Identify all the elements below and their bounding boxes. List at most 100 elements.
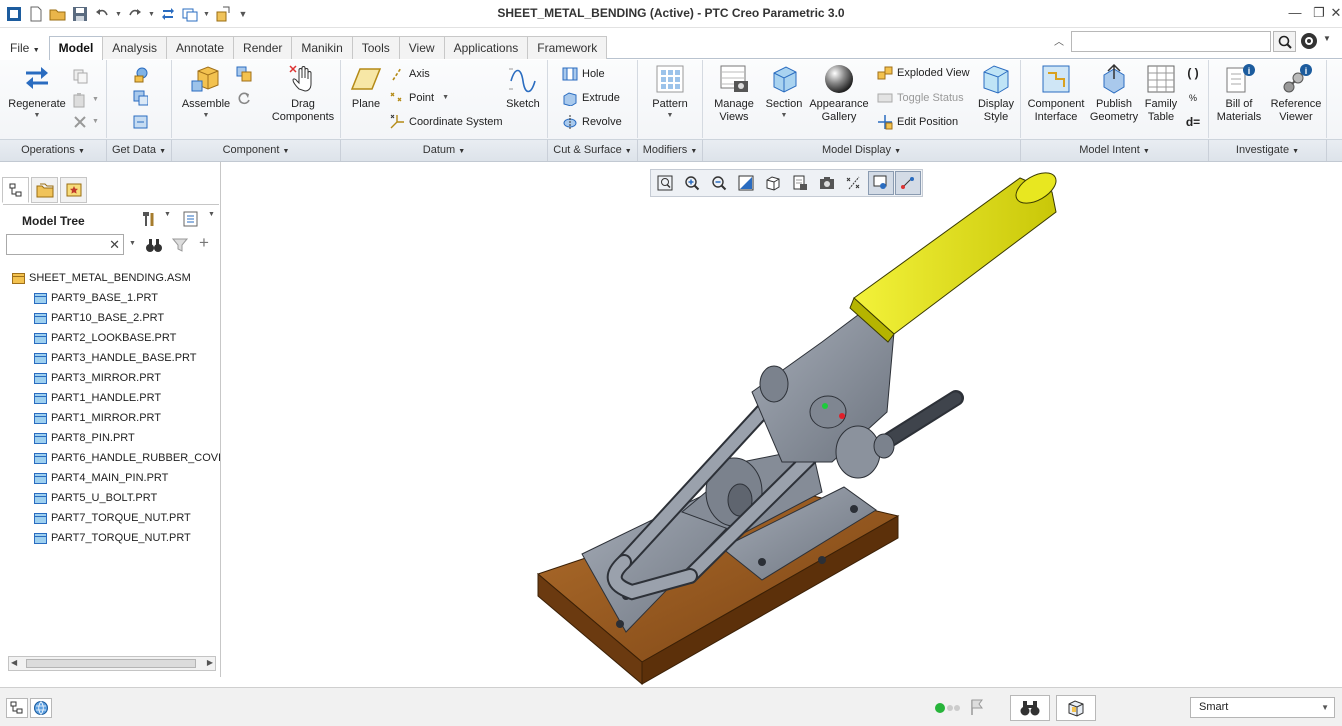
show-navigator-button[interactable] xyxy=(6,698,28,718)
tree-root-node[interactable]: SHEET_METAL_BENDING.ASM xyxy=(12,268,220,288)
collapse-ribbon-icon[interactable]: ︿ xyxy=(1054,33,1064,48)
add-column-icon[interactable]: + xyxy=(199,233,209,253)
tree-node[interactable]: PART2_LOOKBASE.PRT xyxy=(12,328,220,348)
assemble-dropdown-icon[interactable]: ▼ xyxy=(203,111,210,121)
tree-node[interactable]: PART1_MIRROR.PRT xyxy=(12,408,220,428)
group-cut-surface-footer[interactable]: Cut & Surface ▼ xyxy=(548,139,638,161)
search-dropdown-icon[interactable]: ▼ xyxy=(129,240,136,247)
group-component-footer[interactable]: Component ▼ xyxy=(172,139,341,161)
delete-button[interactable]: ▼ xyxy=(72,112,99,132)
find-binoculars-icon[interactable] xyxy=(145,236,163,257)
repeat-button[interactable] xyxy=(236,88,252,108)
settings-dropdown-icon[interactable]: ▼ xyxy=(164,211,171,218)
tab-render[interactable]: Render xyxy=(233,36,293,59)
scroll-right-icon[interactable]: ▶ xyxy=(207,658,213,667)
selection-filter-select[interactable]: Smart ▼ xyxy=(1190,697,1335,718)
publish-geometry-button[interactable]: Publish Geometry xyxy=(1089,62,1139,124)
extrude-button[interactable]: Extrude xyxy=(562,88,620,108)
command-search-input[interactable] xyxy=(1071,31,1271,52)
sketch-button[interactable]: Sketch xyxy=(501,62,545,111)
copy-button[interactable] xyxy=(72,66,88,86)
regenerate-dropdown-icon[interactable]: ▼ xyxy=(34,111,41,121)
tree-horizontal-scrollbar[interactable]: ◀ ▶ xyxy=(8,656,216,671)
selection-buffer-button[interactable] xyxy=(1056,695,1096,721)
find-button[interactable] xyxy=(1010,695,1050,721)
tree-node[interactable]: PART7_TORQUE_NUT.PRT xyxy=(12,528,220,548)
help-dropdown-icon[interactable]: ▼ xyxy=(1323,34,1331,43)
flag-icon[interactable] xyxy=(969,698,985,719)
tab-tools[interactable]: Tools xyxy=(351,36,400,59)
close-icon[interactable]: ✕ xyxy=(1330,5,1342,21)
section-dropdown-icon[interactable]: ▼ xyxy=(781,111,788,121)
tab-file[interactable]: File ▼ xyxy=(0,36,50,59)
tab-framework[interactable]: Framework xyxy=(527,36,608,59)
tree-node[interactable]: PART9_BASE_1.PRT xyxy=(12,288,220,308)
clear-search-icon[interactable]: ✕ xyxy=(109,237,120,253)
settings-tools-icon[interactable] xyxy=(140,210,158,231)
point-button[interactable]: Point ▼ xyxy=(389,88,449,108)
axis-button[interactable]: Axis xyxy=(389,64,430,84)
group-model-display-footer[interactable]: Model Display ▼ xyxy=(703,139,1021,161)
help-icon[interactable] xyxy=(1300,32,1320,52)
manage-views-button[interactable]: Manage Views xyxy=(709,62,759,124)
tab-analysis[interactable]: Analysis xyxy=(102,36,167,59)
tree-node[interactable]: PART3_MIRROR.PRT xyxy=(12,368,220,388)
pattern-dropdown-icon[interactable]: ▼ xyxy=(667,111,674,121)
restore-icon[interactable]: ❐ xyxy=(1311,5,1327,21)
toggle-status-button[interactable]: Toggle Status xyxy=(877,88,964,108)
tree-node[interactable]: PART10_BASE_2.PRT xyxy=(12,308,220,328)
group-modifiers-footer[interactable]: Modifiers ▼ xyxy=(638,139,703,161)
package-button[interactable] xyxy=(236,64,252,84)
tab-annotate[interactable]: Annotate xyxy=(165,36,235,59)
group-get-data-footer[interactable]: Get Data ▼ xyxy=(107,139,172,161)
bill-of-materials-button[interactable]: i Bill of Materials xyxy=(1214,62,1264,124)
group-datum-footer[interactable]: Datum ▼ xyxy=(341,139,548,161)
search-button[interactable] xyxy=(1273,31,1296,52)
display-style-button[interactable]: Display Style xyxy=(973,62,1019,124)
tab-applications[interactable]: Applications xyxy=(443,36,529,59)
scroll-thumb[interactable] xyxy=(26,659,196,668)
group-model-intent-footer[interactable]: Model Intent ▼ xyxy=(1021,139,1209,161)
minimize-icon[interactable]: — xyxy=(1287,5,1303,21)
tree-node[interactable]: PART6_HANDLE_RUBBER_COVE xyxy=(12,448,220,468)
regenerate-button[interactable]: Regenerate ▼ xyxy=(6,62,68,121)
tree-node[interactable]: PART7_TORQUE_NUT.PRT xyxy=(12,508,220,528)
pattern-button[interactable]: Pattern ▼ xyxy=(646,62,694,121)
tree-node[interactable]: PART5_U_BOLT.PRT xyxy=(12,488,220,508)
coordinate-system-button[interactable]: Coordinate System xyxy=(389,112,503,132)
tab-manikin[interactable]: Manikin xyxy=(291,36,353,59)
relations-button[interactable]: ( ) xyxy=(1185,63,1201,83)
tree-node[interactable]: PART8_PIN.PRT xyxy=(12,428,220,448)
show-browser-button[interactable] xyxy=(30,698,52,718)
tab-view[interactable]: View xyxy=(398,36,445,59)
exploded-view-button[interactable]: Exploded View xyxy=(877,63,970,83)
drag-components-button[interactable]: Drag Components xyxy=(268,62,338,124)
edit-position-button[interactable]: Edit Position xyxy=(877,112,958,132)
group-investigate-footer[interactable]: Investigate ▼ xyxy=(1209,139,1327,161)
group-operations-footer[interactable]: Operations ▼ xyxy=(0,139,107,161)
tree-search-input[interactable]: ✕ xyxy=(6,234,124,255)
shrinkwrap-button[interactable] xyxy=(132,112,148,132)
model-tree-tab[interactable] xyxy=(2,177,29,203)
parameters-button[interactable]: % xyxy=(1185,88,1201,108)
switch-dimensions-button[interactable]: d= xyxy=(1185,112,1201,132)
plane-button[interactable]: Plane xyxy=(346,62,386,111)
tree-node[interactable]: PART1_HANDLE.PRT xyxy=(12,388,220,408)
scroll-left-icon[interactable]: ◀ xyxy=(11,658,17,667)
assemble-button[interactable]: Assemble ▼ xyxy=(178,62,234,121)
tree-node[interactable]: PART3_HANDLE_BASE.PRT xyxy=(12,348,220,368)
appearance-gallery-button[interactable]: Appearance Gallery xyxy=(807,62,871,124)
show-dropdown-icon[interactable]: ▼ xyxy=(208,211,215,218)
paste-button[interactable]: ▼ xyxy=(72,90,99,110)
tree-node[interactable]: PART4_MAIN_PIN.PRT xyxy=(12,468,220,488)
regeneration-status-icon[interactable] xyxy=(934,702,962,717)
show-list-icon[interactable] xyxy=(182,210,200,231)
reference-viewer-button[interactable]: i Reference Viewer xyxy=(1267,62,1325,124)
revolve-button[interactable]: Revolve xyxy=(562,112,622,132)
user-defined-feature-button[interactable] xyxy=(132,65,148,85)
section-button[interactable]: Section ▼ xyxy=(763,62,805,121)
copy-geometry-button[interactable] xyxy=(132,88,148,108)
filter-funnel-icon[interactable] xyxy=(171,237,189,256)
hole-button[interactable]: Hole xyxy=(562,64,605,84)
tab-model[interactable]: Model xyxy=(48,36,104,60)
